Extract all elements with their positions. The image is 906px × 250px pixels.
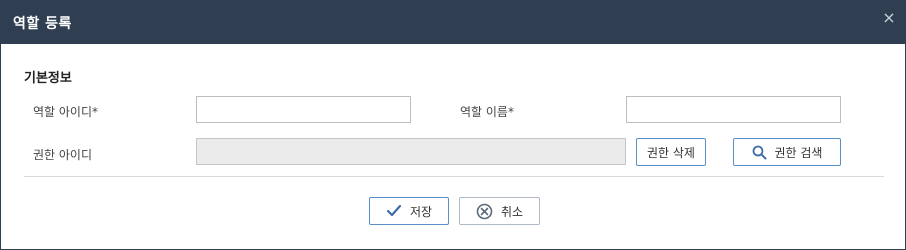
cancel-button[interactable]: 취소 <box>459 197 540 225</box>
search-permission-label: 권한 검색 <box>774 145 823 160</box>
delete-permission-label: 권한 삭제 <box>647 145 695 160</box>
dialog-titlebar: 역할 등록 × <box>1 1 905 44</box>
save-label: 저장 <box>409 204 433 219</box>
permission-id-label: 권한 아이디 <box>33 148 93 162</box>
close-icon[interactable]: × <box>881 10 897 26</box>
cancel-circle-icon <box>476 203 493 220</box>
checkmark-icon <box>386 204 402 218</box>
role-id-label: 역할 아이디* <box>33 105 99 119</box>
search-permission-button[interactable]: 권한 검색 <box>733 138 841 166</box>
search-icon <box>752 145 767 160</box>
permission-id-input[interactable] <box>196 138 626 165</box>
role-name-label: 역할 이름* <box>460 105 514 119</box>
role-name-input[interactable] <box>626 96 841 123</box>
delete-permission-button[interactable]: 권한 삭제 <box>636 138 706 166</box>
form-divider <box>24 176 884 177</box>
role-registration-dialog: 역할 등록 × 기본정보 역할 아이디* 역할 이름* 권한 아이디 권한 삭제… <box>0 0 906 250</box>
dialog-title: 역할 등록 <box>13 16 72 32</box>
role-id-input[interactable] <box>196 96 411 123</box>
cancel-label: 취소 <box>500 204 524 219</box>
save-button[interactable]: 저장 <box>369 197 449 225</box>
section-title-basic-info: 기본정보 <box>24 71 72 86</box>
